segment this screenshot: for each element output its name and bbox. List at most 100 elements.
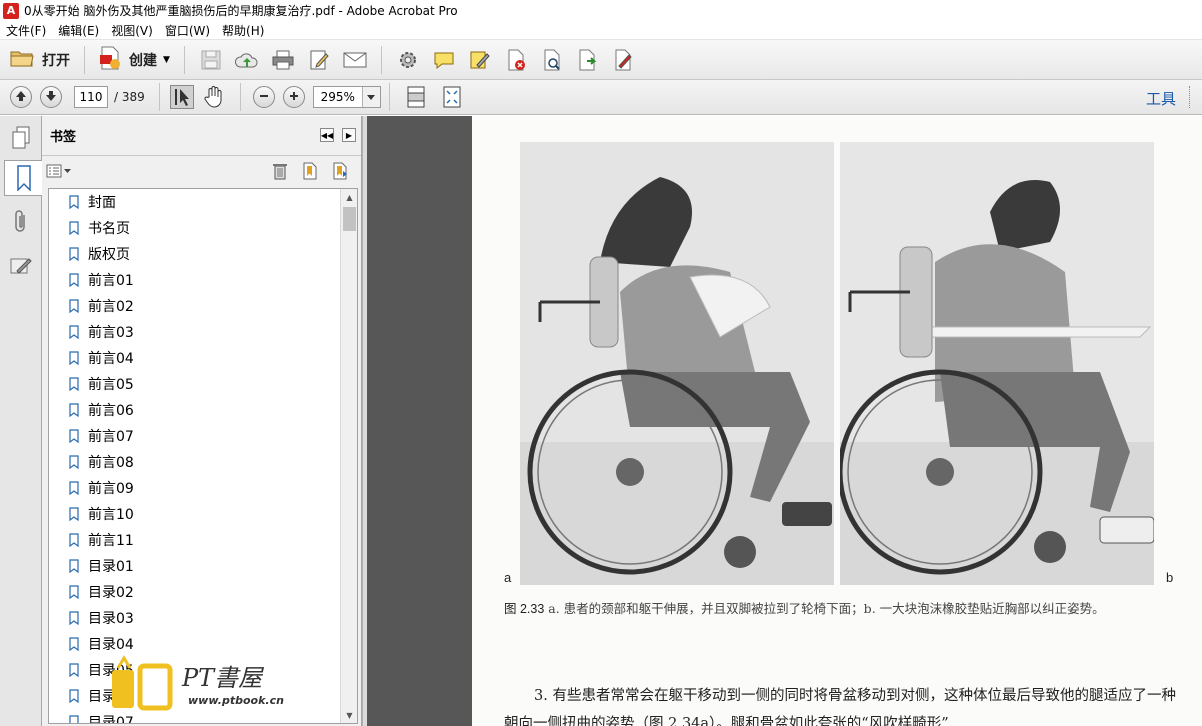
create-pdf-icon <box>99 46 121 73</box>
figure-photo-b <box>840 142 1154 585</box>
bookmark-icon <box>69 611 79 626</box>
bookmark-item[interactable]: 前言11 <box>49 527 357 553</box>
full-screen-icon[interactable] <box>440 85 464 109</box>
options-menu-icon[interactable] <box>46 163 72 179</box>
bookmark-item[interactable]: 前言02 <box>49 293 357 319</box>
bookmark-icon <box>69 455 79 470</box>
watermark-text: PT書屋 <box>182 664 263 692</box>
zoom-out-button[interactable] <box>252 86 275 108</box>
bookmark-icon <box>69 585 79 600</box>
bookmark-item[interactable]: 前言01 <box>49 267 357 293</box>
save-icon[interactable] <box>199 48 223 72</box>
attachments-icon[interactable] <box>4 204 38 240</box>
signatures-icon[interactable] <box>4 248 38 284</box>
bookmark-item[interactable]: 前言05 <box>49 371 357 397</box>
menu-bar: 文件(F) 编辑(E) 视图(V) 窗口(W) 帮助(H) <box>0 21 1202 40</box>
search-document-icon[interactable] <box>540 48 564 72</box>
collapse-panel-icon[interactable]: ◀◀ <box>320 128 334 142</box>
trash-icon[interactable] <box>272 162 288 183</box>
bookmark-item[interactable]: 目录03 <box>49 605 357 631</box>
select-tool-icon[interactable] <box>169 85 194 109</box>
scroll-down-icon[interactable]: ▼ <box>341 707 357 723</box>
page-number-input[interactable]: 110 <box>74 86 108 108</box>
create-button[interactable]: 创建 ▼ <box>93 45 176 75</box>
edit-document-icon[interactable] <box>307 48 331 72</box>
document-view[interactable]: a b 图 2.33 a. 患者的颈部和躯干伸展，并且双脚被拉到了轮椅下面；b.… <box>367 116 1202 726</box>
pdf-page: a b 图 2.33 a. 患者的颈部和躯干伸展，并且双脚被拉到了轮椅下面；b.… <box>472 116 1202 726</box>
bookmark-item[interactable]: 前言10 <box>49 501 357 527</box>
bookmark-icon <box>69 715 79 723</box>
chevron-down-icon[interactable] <box>361 87 380 107</box>
zoom-select[interactable]: 295% <box>312 86 381 108</box>
bookmark-icon <box>69 299 79 314</box>
page-thumbnails-icon[interactable] <box>4 120 38 156</box>
open-button[interactable]: 打开 <box>4 45 76 75</box>
bookmark-item[interactable]: 前言04 <box>49 345 357 371</box>
bookmarks-scrollbar[interactable]: ▲ ▼ <box>340 189 357 723</box>
bookmark-icon <box>69 195 79 210</box>
bookmarks-toolbar <box>42 156 361 186</box>
menu-edit[interactable]: 编辑(E) <box>52 22 105 39</box>
previous-page-button[interactable] <box>10 86 32 108</box>
bookmark-icon <box>69 663 79 678</box>
bookmark-item[interactable]: 前言06 <box>49 397 357 423</box>
bookmark-item[interactable]: 前言03 <box>49 319 357 345</box>
zoom-value: 295% <box>320 90 355 104</box>
new-bookmark-icon[interactable] <box>301 162 319 183</box>
toolbar-separator <box>388 83 390 111</box>
bookmark-item[interactable]: 书名页 <box>49 215 357 241</box>
bookmark-label: 目录02 <box>88 585 134 601</box>
bookmark-item[interactable]: 封面 <box>49 189 357 215</box>
highlight-icon[interactable] <box>468 48 492 72</box>
menu-view[interactable]: 视图(V) <box>105 22 159 39</box>
bookmark-item[interactable]: 目录02 <box>49 579 357 605</box>
title-bar: A 0从零开始 脑外伤及其他严重脑损伤后的早期康复治疗.pdf - Adobe … <box>0 0 1202 21</box>
expand-panel-icon[interactable]: ▶ <box>342 128 356 142</box>
cloud-upload-icon[interactable] <box>234 48 259 72</box>
scroll-up-icon[interactable]: ▲ <box>341 189 357 205</box>
bookmark-item[interactable]: 前言09 <box>49 475 357 501</box>
menu-window[interactable]: 窗口(W) <box>159 22 216 39</box>
bookmark-icon <box>69 559 79 574</box>
bookmark-item[interactable]: 版权页 <box>49 241 357 267</box>
tools-pane-link[interactable]: 工具 <box>1146 88 1176 109</box>
bookmark-icon <box>69 637 79 652</box>
page-total: / 389 <box>114 90 145 104</box>
zoom-in-button[interactable] <box>282 86 305 108</box>
watermark-logo <box>112 655 173 711</box>
fit-page-icon[interactable] <box>404 85 428 109</box>
bookmarks-icon[interactable] <box>4 160 42 196</box>
bookmark-label: 前言02 <box>88 299 134 315</box>
bookmark-item[interactable]: 目录01 <box>49 553 357 579</box>
gear-icon[interactable] <box>396 48 420 72</box>
hand-tool-icon[interactable] <box>202 85 226 109</box>
toolbar-separator <box>158 83 160 111</box>
menu-file[interactable]: 文件(F) <box>0 22 52 39</box>
comment-icon[interactable] <box>432 48 456 72</box>
menu-help[interactable]: 帮助(H) <box>216 22 270 39</box>
caption-text: a. 患者的颈部和躯干伸展，并且双脚被拉到了轮椅下面；b. 一大块泡沫橡胶垫贴近… <box>544 601 1105 616</box>
watermark-url: www.ptbook.cn <box>188 694 284 707</box>
toolbar-separator <box>239 83 241 111</box>
bookmarks-header: 书签 <box>42 116 361 156</box>
plus-icon <box>288 90 300 105</box>
main-toolbar: 打开 创建 ▼ <box>0 40 1202 80</box>
bookmark-item[interactable]: 前言07 <box>49 423 357 449</box>
arrow-down-icon <box>45 90 57 105</box>
bookmark-icon <box>69 507 79 522</box>
scrollbar-thumb[interactable] <box>343 207 356 231</box>
next-page-button[interactable] <box>40 86 62 108</box>
export-icon[interactable] <box>576 48 600 72</box>
bookmarks-title: 书签 <box>50 130 77 145</box>
sign-icon[interactable] <box>612 48 636 72</box>
delete-pages-icon[interactable] <box>504 48 528 72</box>
bookmark-icon <box>69 533 79 548</box>
bookmark-label: 书名页 <box>88 221 130 237</box>
body-paragraph: 3. 有些患者常常会在躯干移动到一侧的同时将骨盆移动到对侧，这种体位最后导致他的… <box>504 688 1176 726</box>
print-icon[interactable] <box>271 48 295 72</box>
window-title: 0从零开始 脑外伤及其他严重脑损伤后的早期康复治疗.pdf - Adobe Ac… <box>24 4 458 18</box>
toolbar-grip <box>1189 86 1192 108</box>
email-icon[interactable] <box>343 48 367 72</box>
bookmark-item[interactable]: 前言08 <box>49 449 357 475</box>
expand-bookmark-icon[interactable] <box>331 162 349 183</box>
